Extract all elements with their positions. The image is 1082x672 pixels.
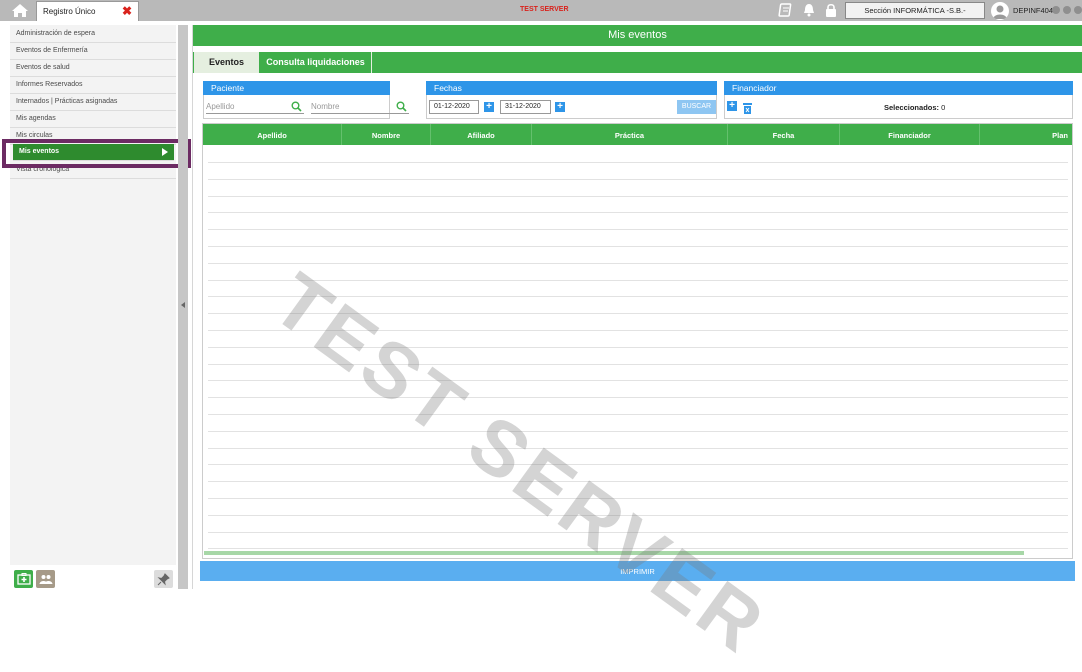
user-name: DEPINF404 (1013, 6, 1054, 15)
server-label: TEST SERVER (520, 6, 569, 13)
page-title: Mis eventos (193, 25, 1082, 46)
notebook-icon[interactable] (778, 2, 796, 19)
fecha-hasta-plus-button[interactable]: + (555, 102, 565, 112)
window-dot-icon[interactable] (1074, 6, 1082, 14)
table-row-divider (208, 246, 1068, 247)
selected-count-label: Seleccionados: 0 (884, 103, 946, 112)
bell-icon[interactable] (801, 2, 819, 19)
paciente-header: Paciente (203, 81, 390, 95)
tab-label: Registro Único (43, 7, 96, 16)
subtab-bar: Eventos Consulta liquidaciones (193, 52, 1082, 73)
table-row-divider (208, 179, 1068, 180)
sidebar-item-internados[interactable]: Internados | Prácticas asignadas (10, 94, 176, 111)
table-row-divider (208, 196, 1068, 197)
sidebar-item-mis-agendas[interactable]: Mis agendas (10, 111, 176, 128)
financiador-header: Financiador (724, 81, 1073, 95)
user-avatar-icon[interactable] (991, 2, 1009, 20)
table-row-divider (208, 212, 1068, 213)
table-row-divider (208, 448, 1068, 449)
column-header-afiliado[interactable]: Afiliado (431, 124, 532, 145)
group-icon[interactable] (36, 570, 55, 588)
search-icon[interactable] (291, 101, 302, 112)
home-button[interactable] (8, 2, 32, 19)
nombre-input[interactable]: Nombre (311, 101, 409, 114)
tab-eventos[interactable]: Eventos (194, 52, 259, 73)
sidebar-item-informes-reservados[interactable]: Informes Reservados (10, 77, 176, 94)
sidebar-item-eventos-de-enfermeria[interactable]: Eventos de Enfermería (10, 43, 176, 60)
table-header: Apellido Nombre Afiliado Práctica Fecha … (203, 124, 1072, 145)
collapse-arrow-icon[interactable] (181, 302, 185, 308)
column-header-nombre[interactable]: Nombre (342, 124, 431, 145)
lock-icon[interactable] (823, 2, 841, 19)
table-row-divider (208, 263, 1068, 264)
column-header-plan[interactable]: Plan (980, 124, 1072, 145)
fecha-hasta-input[interactable]: 31-12-2020 (500, 100, 551, 114)
trash-icon[interactable] (743, 101, 752, 119)
sidebar-item-eventos-de-salud[interactable]: Eventos de salud (10, 60, 176, 77)
column-header-financiador[interactable]: Financiador (840, 124, 980, 145)
selection-highlight (2, 139, 191, 168)
sidebar-item-administracion-de-espera[interactable]: Administración de espera (10, 26, 176, 43)
tab-consulta-liquidaciones[interactable]: Consulta liquidaciones (260, 52, 372, 73)
table-row-divider (208, 431, 1068, 432)
close-icon[interactable]: ✖ (122, 5, 132, 17)
financiador-add-button[interactable]: + (727, 101, 737, 111)
table-row-divider (208, 397, 1068, 398)
home-icon (12, 4, 28, 17)
section-selector-button[interactable]: Sección INFORMÁTICA -S.B.- (845, 2, 985, 19)
tab-registro-unico[interactable]: Registro Único ✖ (36, 1, 139, 21)
fechas-header: Fechas (426, 81, 717, 95)
table-row-divider (208, 162, 1068, 163)
table-row-divider (208, 414, 1068, 415)
column-header-practica[interactable]: Práctica (532, 124, 728, 145)
table-row-divider (208, 229, 1068, 230)
column-header-fecha[interactable]: Fecha (728, 124, 840, 145)
window-dot-icon[interactable] (1063, 6, 1071, 14)
fecha-desde-input[interactable]: 01-12-2020 (429, 100, 479, 114)
sidebar-footer (10, 565, 176, 589)
window-dot-icon[interactable] (1052, 6, 1060, 14)
table-row-divider (208, 464, 1068, 465)
column-header-apellido[interactable]: Apellido (203, 124, 342, 145)
medical-kit-icon[interactable] (14, 570, 33, 588)
top-bar: Registro Único ✖ TEST SERVER Sección INF… (0, 0, 1082, 21)
sidebar: Administración de espera Eventos de Enfe… (10, 25, 176, 565)
buscar-button[interactable]: BUSCAR (677, 100, 716, 114)
pin-icon[interactable] (154, 570, 173, 588)
search-icon[interactable] (396, 101, 407, 112)
table-row-divider (208, 481, 1068, 482)
apellido-input[interactable]: Apellido (206, 101, 304, 114)
fecha-desde-plus-button[interactable]: + (484, 102, 494, 112)
